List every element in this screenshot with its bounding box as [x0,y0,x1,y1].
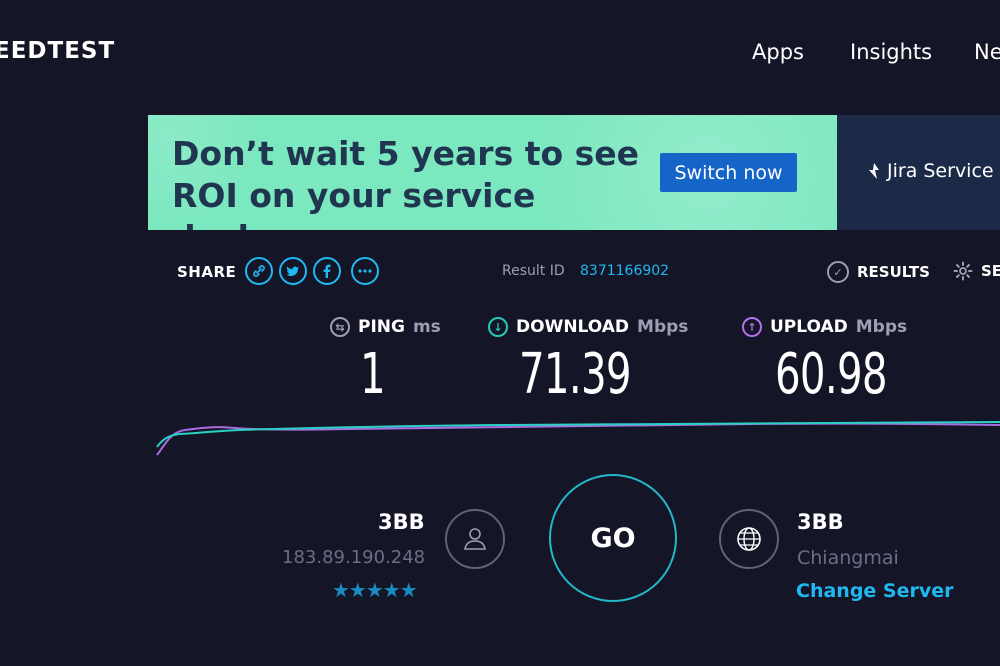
isp-ip: 183.89.190.248 [282,547,426,568]
server-name: 3BB [797,510,844,534]
globe-icon [719,509,779,569]
isp-name: 3BB [378,510,425,534]
change-server-link[interactable]: Change Server [796,580,954,602]
go-button[interactable]: GO [549,474,677,602]
user-icon [445,509,505,569]
server-city: Chiangmai [797,547,899,569]
isp-rating-stars[interactable]: ★★★★★ [332,578,418,602]
